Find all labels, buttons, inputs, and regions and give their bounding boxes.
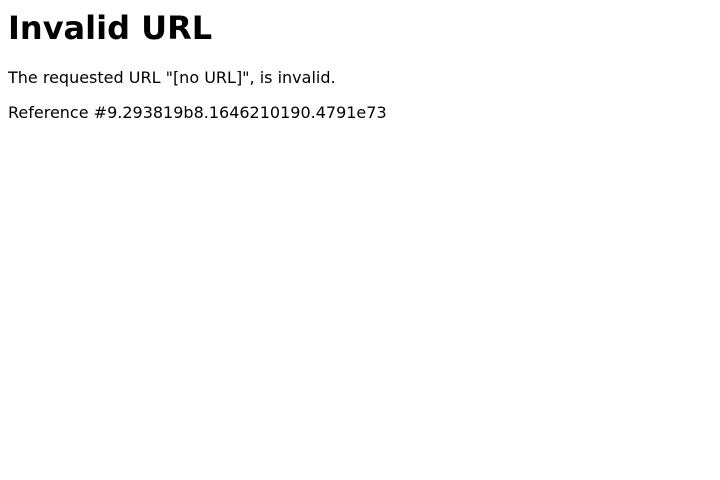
page-title: Invalid URL	[8, 9, 213, 47]
error-message: The requested URL "[no URL]", is invalid…	[8, 68, 336, 87]
reference-id: Reference #9.293819b8.1646210190.4791e73	[8, 103, 387, 122]
error-page: Invalid URL The requested URL "[no URL]"…	[0, 0, 720, 480]
